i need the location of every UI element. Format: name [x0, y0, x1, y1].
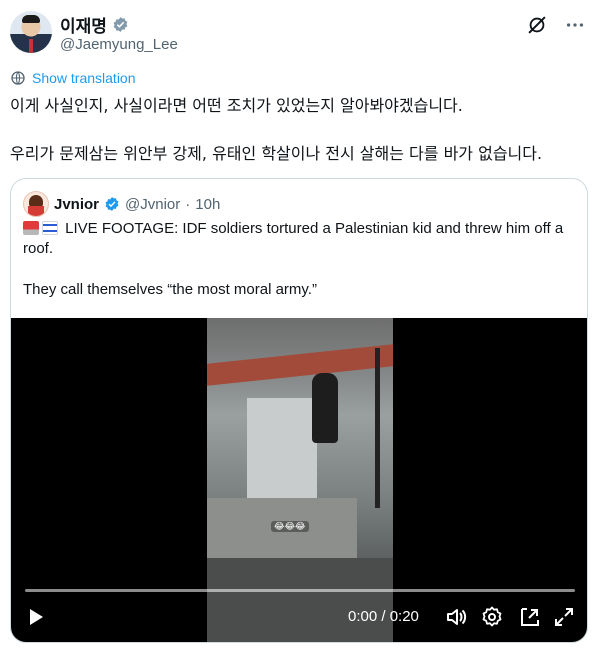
quoted-handle[interactable]: @Jvnior [125, 196, 180, 213]
show-translation-link[interactable]: Show translation [10, 70, 136, 86]
play-icon [30, 609, 43, 625]
grok-icon[interactable] [526, 14, 548, 36]
video-overlay-emoji: 😂😂😂 [271, 521, 309, 532]
pip-icon [521, 608, 539, 626]
video-scrubber[interactable] [25, 589, 575, 592]
separator-dot: · [185, 195, 191, 213]
quoted-display-name[interactable]: Jvnior [54, 196, 99, 213]
display-name[interactable]: 이재명 [60, 12, 107, 37]
video-frame: 😂😂😂 [207, 318, 393, 642]
more-icon[interactable] [564, 14, 586, 36]
tweet-text-line: 이게 사실인지, 사실이라면 어떤 조치가 있었는지 알아봐야겠습니다. [10, 96, 463, 115]
globe-icon [11, 71, 25, 85]
avatar-hair [22, 15, 40, 23]
header-actions [526, 14, 586, 36]
tweet-text-line: 우리가 문제삼는 위안부 강제, 유태인 학살이나 전시 살해는 다를 바가 없… [10, 144, 543, 163]
show-translation-label: Show translation [32, 70, 136, 86]
israel-flag-icon [42, 221, 58, 235]
volume-button[interactable] [444, 605, 468, 629]
video-pole [375, 348, 380, 508]
author-handle[interactable]: @Jaemyung_Lee [60, 36, 178, 53]
video-player[interactable]: 😂😂😂 0:00 / 0:20 [11, 318, 587, 642]
fullscreen-icon [555, 608, 573, 626]
tweet-header: 이재명 @Jaemyung_Lee [8, 8, 592, 56]
video-figure [312, 373, 338, 443]
video-roof [207, 344, 393, 386]
siren-emoji-icon [23, 221, 39, 235]
quoted-timestamp[interactable]: 10h [195, 196, 220, 213]
video-wall [247, 398, 317, 508]
quoted-text-line: LIVE FOOTAGE: IDF soldiers tortured a Pa… [23, 220, 564, 257]
video-time: 0:00 / 0:20 [348, 608, 419, 625]
quoted-tweet-header: Jvnior @Jvnior · 10h [23, 191, 220, 217]
quoted-avatar[interactable] [23, 191, 49, 217]
verified-badge-icon [113, 17, 128, 32]
pip-button[interactable] [518, 605, 542, 629]
verified-badge-icon [105, 197, 119, 211]
quoted-text-line: They call themselves “the most moral arm… [23, 281, 317, 298]
quoted-text: LIVE FOOTAGE: IDF soldiers tortured a Pa… [23, 219, 578, 259]
tweet-text: 이게 사실인지, 사실이라면 어떤 조치가 있었는지 알아봐야겠습니다. 우리가… [10, 94, 585, 166]
avatar[interactable] [10, 11, 52, 53]
settings-icon [482, 606, 502, 627]
quoted-tweet[interactable]: Jvnior @Jvnior · 10h LIVE FOOTAGE: IDF s… [10, 178, 588, 643]
volume-icon [447, 609, 467, 625]
author-name-row: 이재명 [60, 12, 129, 37]
video-controls: 0:00 / 0:20 [11, 603, 587, 633]
play-button[interactable] [23, 605, 47, 629]
fullscreen-button[interactable] [552, 605, 576, 629]
avatar-tie [29, 39, 33, 53]
settings-button[interactable] [480, 605, 504, 629]
